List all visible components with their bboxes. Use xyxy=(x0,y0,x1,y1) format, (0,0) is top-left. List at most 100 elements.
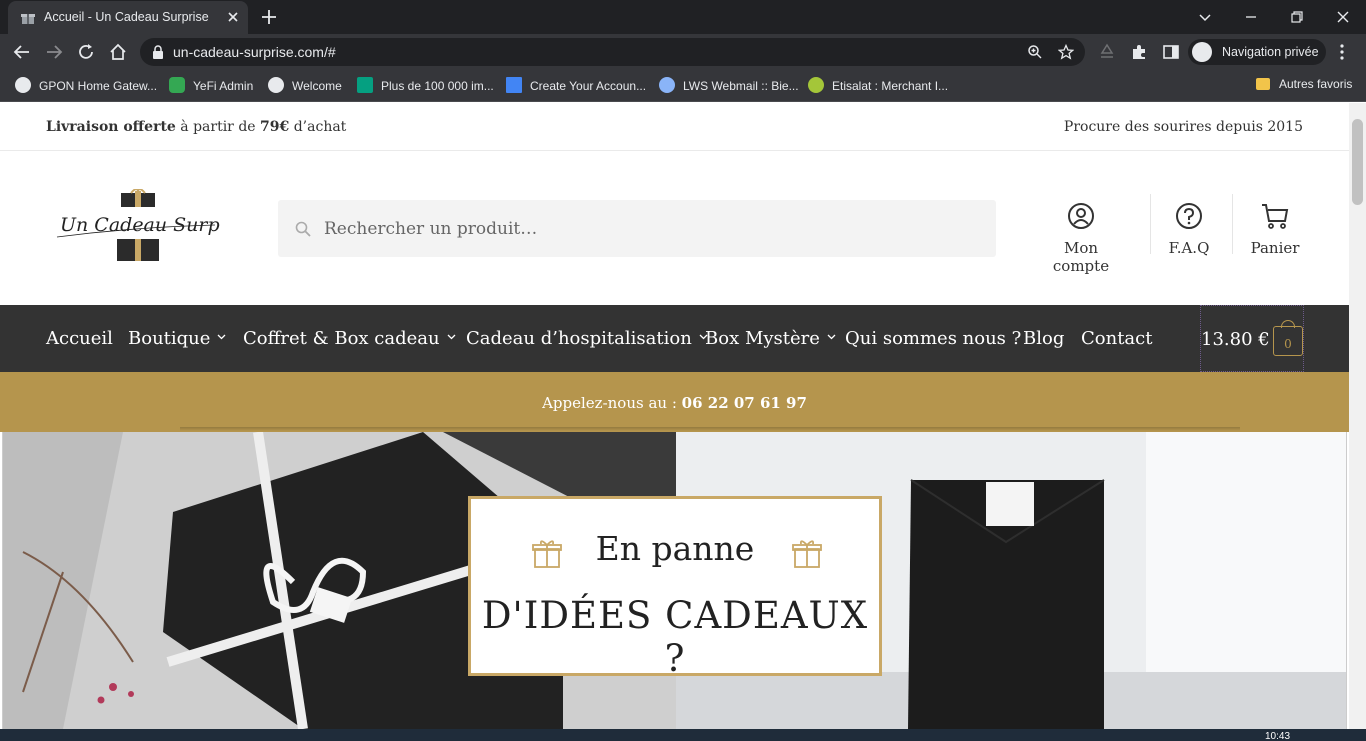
nav-item-blog[interactable]: Blog xyxy=(1023,328,1064,349)
cart-count-badge: 0 xyxy=(1273,326,1303,356)
bookmark-label: GPON Home Gatew... xyxy=(39,79,158,93)
lock-icon[interactable] xyxy=(152,45,164,59)
other-bookmarks-folder[interactable]: Autres favoris xyxy=(1256,77,1352,91)
nav-label: Box Mystère xyxy=(705,328,820,349)
nav-label: Contact xyxy=(1081,328,1153,349)
recycle-extension-icon[interactable] xyxy=(1098,43,1116,61)
tab-title: Accueil - Un Cadeau Surprise xyxy=(44,10,209,24)
taskbar-clock: 10:43 xyxy=(1265,731,1291,741)
faq-label: F.A.Q xyxy=(1168,239,1210,257)
search-input[interactable] xyxy=(324,214,964,244)
bookmark-item[interactable]: Plus de 100 000 im... xyxy=(357,77,494,95)
address-bar[interactable]: un-cadeau-surprise.com/# xyxy=(140,38,1085,66)
header-divider xyxy=(1232,194,1233,254)
zoom-icon[interactable] xyxy=(1027,44,1043,60)
back-icon[interactable] xyxy=(12,42,32,62)
nav-label: Coffret & Box cadeau xyxy=(243,328,440,349)
incognito-label: Navigation privée xyxy=(1222,45,1319,59)
hero-headline-card: En panne D'IDÉES CADEAUX ? xyxy=(468,496,882,680)
divider-shadow xyxy=(180,427,1240,431)
tagline-text: Procure des sourires depuis 2015 xyxy=(1063,119,1303,135)
bookmark-item[interactable]: GPON Home Gatew... xyxy=(15,77,157,95)
side-panel-icon[interactable] xyxy=(1162,43,1180,61)
tab-search-chevron-icon[interactable] xyxy=(1194,6,1216,28)
close-tab-icon[interactable] xyxy=(224,8,242,26)
page-scrollbar[interactable] xyxy=(1349,103,1366,729)
close-window-icon[interactable] xyxy=(1332,6,1354,28)
lws-icon xyxy=(659,77,675,93)
nav-label: Blog xyxy=(1023,328,1065,349)
bookmark-label: Create Your Accoun... xyxy=(530,79,647,93)
os-taskbar: 10:43 xyxy=(0,729,1366,741)
browser-tab-active[interactable]: Accueil - Un Cadeau Surprise xyxy=(8,1,248,34)
search-icon xyxy=(295,221,311,237)
chevron-down-icon xyxy=(447,334,456,340)
reload-icon[interactable] xyxy=(76,42,96,62)
bookmark-label: Welcome xyxy=(292,79,342,93)
promo-amount: 79€ xyxy=(260,119,290,135)
chevron-down-icon xyxy=(217,334,226,340)
bookmark-item[interactable]: YeFi Admin xyxy=(169,77,253,95)
yefi-icon xyxy=(169,77,185,93)
nav-item-boutique[interactable]: Boutique xyxy=(128,328,226,349)
forward-icon[interactable] xyxy=(44,42,64,62)
promo-bold: Livraison offerte xyxy=(46,119,176,135)
account-label: Mon compte xyxy=(1052,239,1110,275)
browser-menu-icon[interactable] xyxy=(1337,43,1347,61)
product-search[interactable] xyxy=(278,200,996,257)
other-bookmarks-label: Autres favoris xyxy=(1279,77,1353,91)
header-divider xyxy=(1150,194,1151,254)
chevron-down-icon xyxy=(827,334,836,340)
bookmark-label: LWS Webmail :: Bie... xyxy=(683,79,799,93)
incognito-icon xyxy=(1192,42,1212,62)
grid-app-icon xyxy=(506,77,522,93)
nav-item-coffret[interactable]: Coffret & Box cadeau xyxy=(243,328,456,349)
call-prefix: Appelez-nous au : xyxy=(542,394,682,412)
nav-label: Qui sommes nous ? xyxy=(845,328,1022,349)
nav-item-box-mystere[interactable]: Box Mystère xyxy=(705,328,836,349)
home-icon[interactable] xyxy=(108,42,128,62)
browser-toolbar: un-cadeau-surprise.com/# Navigation priv… xyxy=(0,34,1366,70)
globe-icon xyxy=(15,77,31,93)
pexels-icon xyxy=(357,77,373,93)
cart-label: Panier xyxy=(1250,239,1300,257)
nav-item-hospitalisation[interactable]: Cadeau d’hospitalisation xyxy=(466,328,708,349)
scrollbar-thumb[interactable] xyxy=(1352,119,1363,205)
nav-label: Boutique xyxy=(128,328,211,349)
new-tab-icon[interactable] xyxy=(260,8,278,26)
extensions-puzzle-icon[interactable] xyxy=(1130,43,1148,61)
site-favicon-icon xyxy=(21,14,35,24)
shopping-cart-icon xyxy=(1262,204,1289,229)
call-us-bar: Appelez-nous au : 06 22 07 61 97 xyxy=(0,372,1349,432)
cart-total: 13.80 € xyxy=(1201,329,1270,350)
hero-line-1: En panne xyxy=(595,529,755,568)
promo-topbar: Livraison offerte à partir de 79€ d’acha… xyxy=(0,103,1349,151)
url-text[interactable]: un-cadeau-surprise.com/# xyxy=(173,44,336,60)
minimize-icon[interactable] xyxy=(1240,6,1262,28)
phone-number[interactable]: 06 22 07 61 97 xyxy=(682,394,807,412)
site-logo[interactable]: Un Cadeau Surprise xyxy=(55,189,220,267)
bookmark-star-icon[interactable] xyxy=(1058,44,1074,60)
bookmark-item[interactable]: Welcome xyxy=(268,77,342,95)
bookmark-label: Plus de 100 000 im... xyxy=(381,79,494,93)
nav-label: Cadeau d’hospitalisation xyxy=(466,328,692,349)
browser-tabstrip: Accueil - Un Cadeau Surprise xyxy=(0,0,1366,34)
nav-item-qui-sommes-nous[interactable]: Qui sommes nous ? xyxy=(845,328,1021,349)
nav-item-contact[interactable]: Contact xyxy=(1081,328,1152,349)
bookmark-item[interactable]: Etisalat : Merchant I... xyxy=(808,77,948,95)
cart-link[interactable]: Panier xyxy=(1246,201,1304,257)
faq-link[interactable]: F.A.Q xyxy=(1160,201,1218,257)
bookmark-item[interactable]: Create Your Accoun... xyxy=(506,77,646,95)
promo-end: d’achat xyxy=(289,119,347,135)
website-viewport: Livraison offerte à partir de 79€ d’acha… xyxy=(0,103,1349,729)
nav-item-accueil[interactable]: Accueil xyxy=(46,328,113,349)
account-link[interactable]: Mon compte xyxy=(1034,201,1128,275)
hero-banner[interactable]: En panne D'IDÉES CADEAUX ? xyxy=(2,432,1347,729)
mini-cart[interactable]: 13.80 € 0 xyxy=(1200,305,1304,372)
user-account-icon xyxy=(1068,203,1094,229)
restore-icon[interactable] xyxy=(1286,6,1308,28)
promo-mid: à partir de xyxy=(175,119,261,135)
bookmark-item[interactable]: LWS Webmail :: Bie... xyxy=(659,77,799,95)
question-circle-icon xyxy=(1176,203,1202,229)
incognito-profile-button[interactable]: Navigation privée xyxy=(1188,39,1326,65)
